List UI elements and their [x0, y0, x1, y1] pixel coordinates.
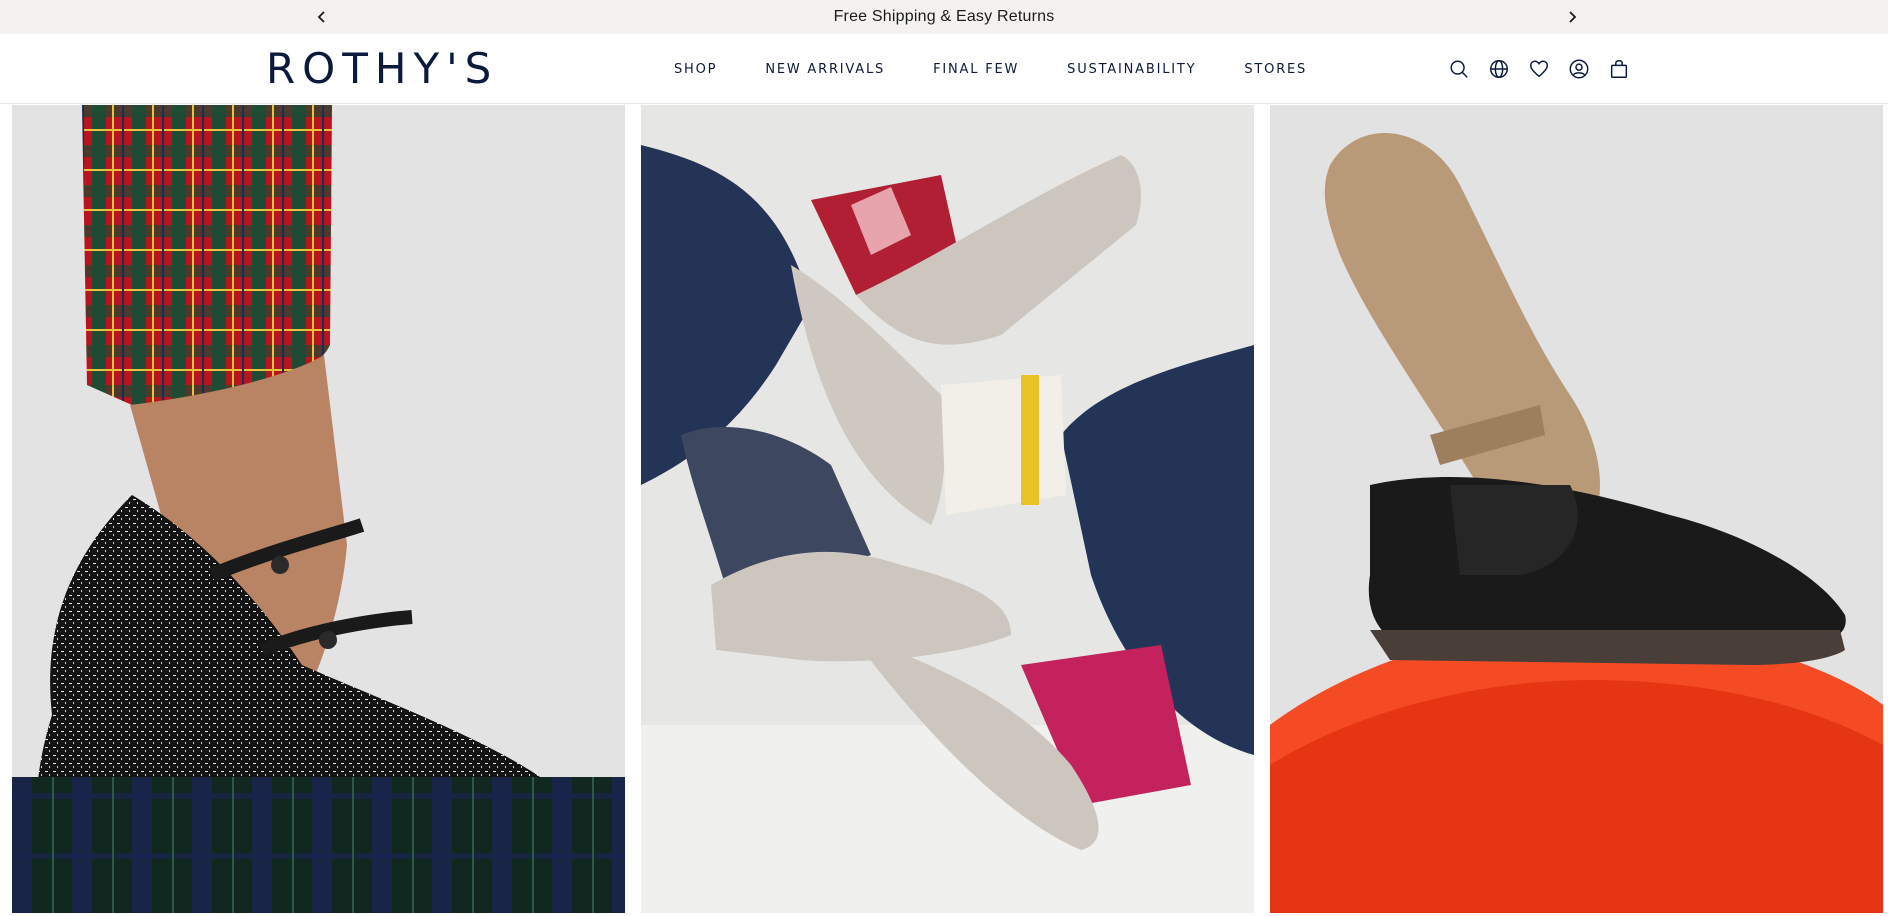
globe-icon[interactable]: [1485, 55, 1513, 83]
loafer-photo[interactable]: [1270, 105, 1883, 913]
mary-jane-shoe-photo[interactable]: [12, 105, 625, 913]
heart-icon[interactable]: [1525, 55, 1553, 83]
nav-shop[interactable]: SHOP: [674, 62, 717, 77]
search-icon[interactable]: [1445, 55, 1473, 83]
announcement-text[interactable]: Free Shipping & Easy Returns: [834, 8, 1055, 26]
slip-on-shoes-photo[interactable]: [641, 105, 1254, 913]
nav-stores[interactable]: STORES: [1244, 62, 1307, 77]
chevron-right-icon[interactable]: [1560, 5, 1584, 29]
nav-sustainability[interactable]: SUSTAINABILITY: [1067, 62, 1196, 77]
bag-icon[interactable]: [1605, 55, 1633, 83]
main-nav: SHOP NEW ARRIVALS FINAL FEW SUSTAINABILI…: [674, 34, 1307, 104]
announcement-bar: Free Shipping & Easy Returns: [0, 0, 1888, 34]
account-icon[interactable]: [1565, 55, 1593, 83]
nav-new-arrivals[interactable]: NEW ARRIVALS: [765, 62, 885, 77]
header-icons: [1445, 55, 1633, 83]
rothys-logo[interactable]: ROTHY'S: [266, 46, 498, 92]
nav-final-few[interactable]: FINAL FEW: [933, 62, 1019, 77]
hero-gallery: [0, 105, 1888, 916]
chevron-left-icon[interactable]: [310, 5, 334, 29]
site-header: ROTHY'S SHOP NEW ARRIVALS FINAL FEW SUST…: [0, 34, 1888, 104]
